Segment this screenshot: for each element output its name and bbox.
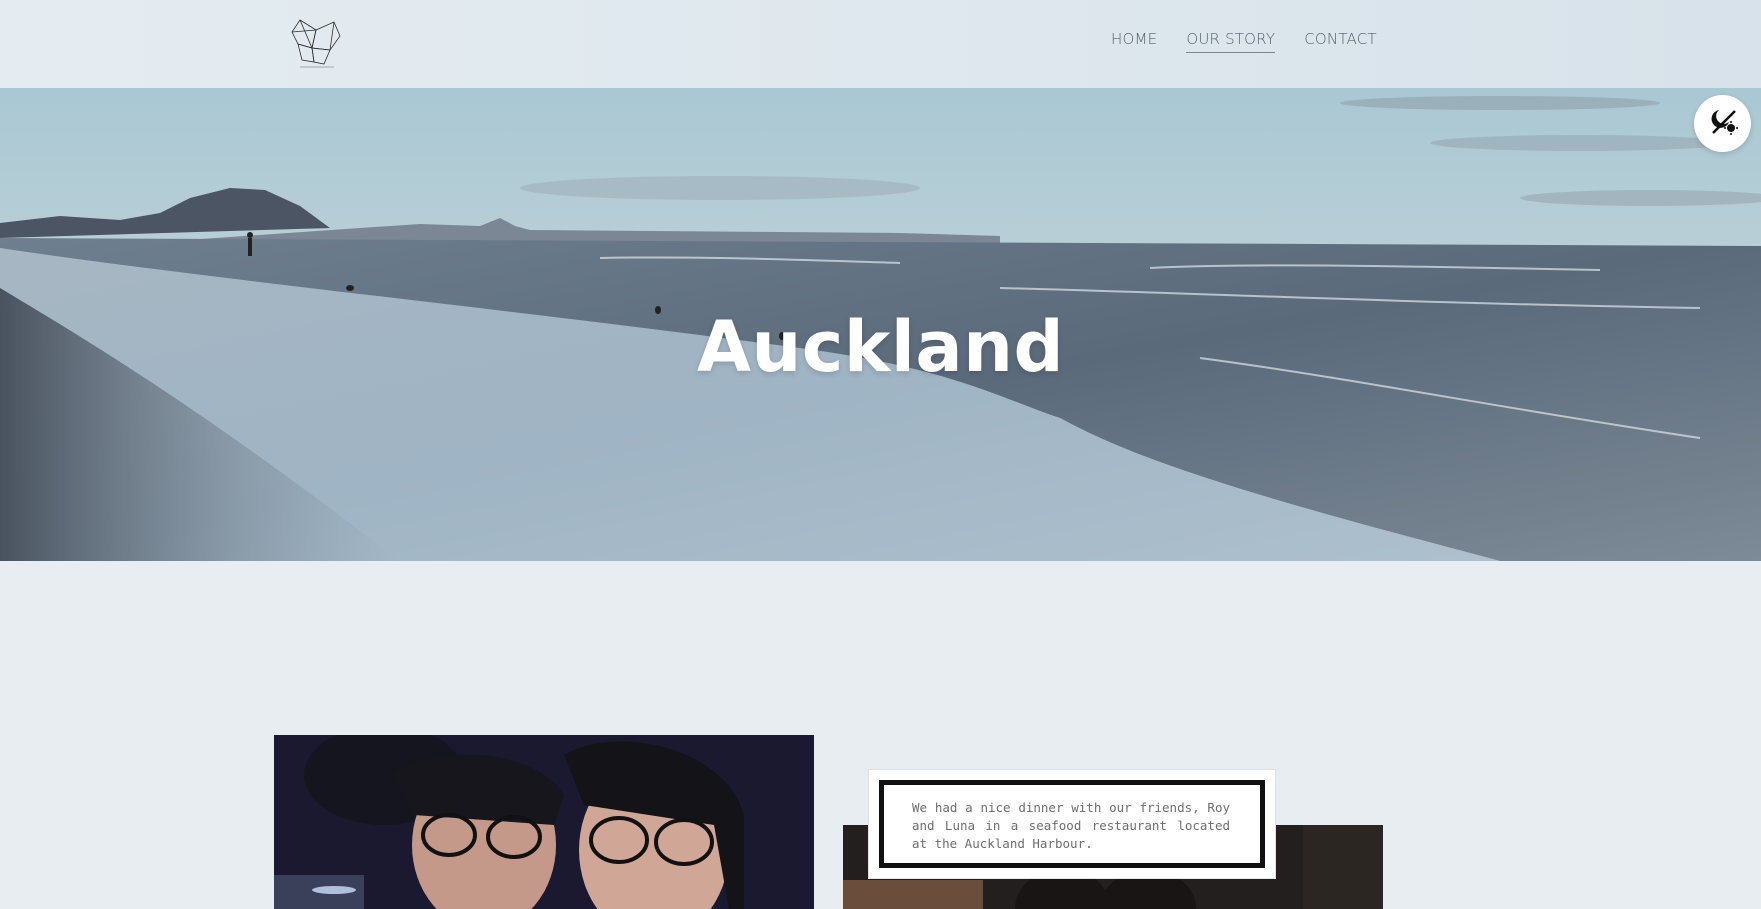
- site-header: HOME OUR STORY CONTACT: [0, 0, 1761, 88]
- geometric-flower-logo[interactable]: [290, 18, 344, 70]
- main-nav: HOME OUR STORY CONTACT: [1111, 30, 1377, 53]
- theme-toggle-icon: [1707, 105, 1739, 142]
- caption-frame: We had a nice dinner with our friends, R…: [879, 780, 1265, 868]
- hero-banner: Auckland: [0, 88, 1761, 561]
- page-title: Auckland: [696, 306, 1065, 388]
- nav-contact[interactable]: CONTACT: [1304, 30, 1377, 53]
- theme-toggle-button[interactable]: [1694, 95, 1751, 152]
- selfie-photo-night: [274, 735, 814, 909]
- nav-our-story[interactable]: OUR STORY: [1186, 30, 1276, 53]
- caption-text: We had a nice dinner with our friends, R…: [912, 800, 1230, 851]
- nav-home[interactable]: HOME: [1111, 30, 1157, 53]
- caption-card: We had a nice dinner with our friends, R…: [869, 770, 1275, 878]
